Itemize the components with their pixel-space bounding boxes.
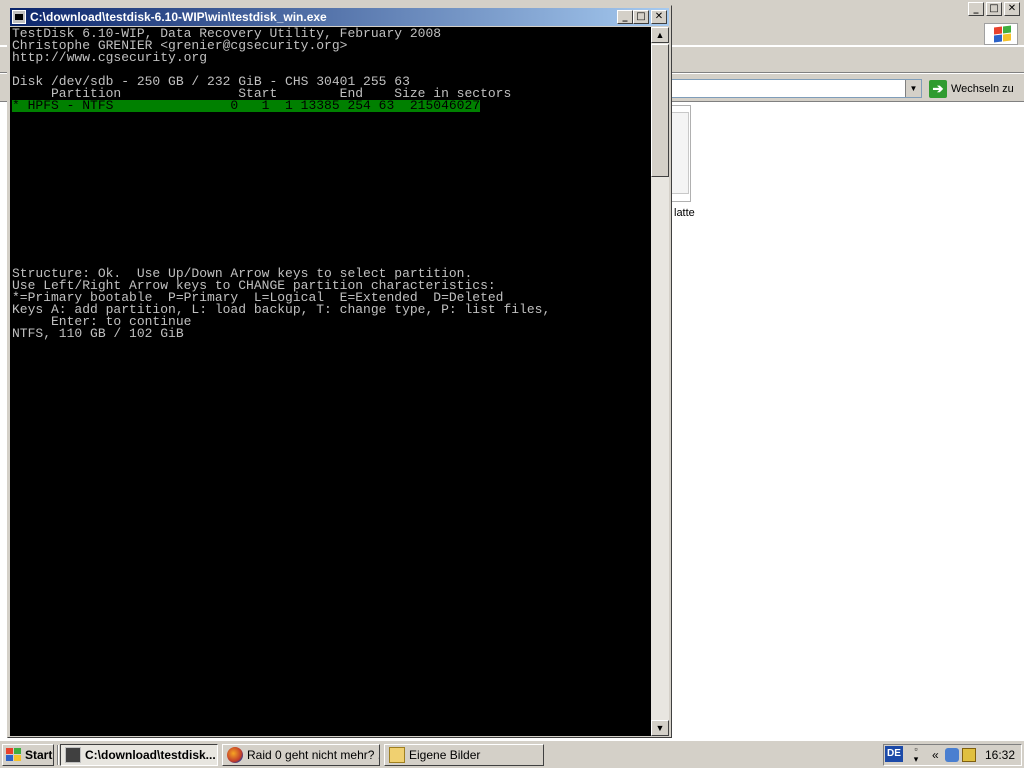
console-icon[interactable] [12,10,26,24]
thumbnail-label[interactable]: latte [674,207,695,219]
scroll-down-icon[interactable]: ▼ [651,720,669,736]
scroll-up-icon[interactable]: ▲ [651,27,669,43]
partition-row-selected[interactable]: * HPFS - NTFS 0 1 1 13385 254 63 2150460… [12,98,550,113]
bg-maximize-button[interactable]: □ [986,2,1002,16]
scrollbar-thumb[interactable] [651,44,669,177]
thumbnail-preview [671,112,689,194]
console-title: C:\download\testdisk-6.10-WIP\win\testdi… [30,10,327,24]
taskbar-item-browser[interactable]: Raid 0 geht nicht mehr? ... [222,744,380,766]
tray-expand-icon[interactable]: « [932,748,939,762]
taskbar-item-testdisk[interactable]: C:\download\testdisk... [60,744,218,766]
terminal-line-text: * HPFS - NTFS 0 1 1 13385 254 63 2150460… [12,98,481,113]
language-indicator[interactable]: DE [885,746,903,762]
clock[interactable]: 16:32 [985,748,1015,762]
terminal-line-text: http://www.cgsecurity.org [12,50,208,65]
go-button-label: Wechseln zu [951,82,1014,95]
system-tray: « 16:32 [883,744,1022,766]
taskbar-separator [57,745,59,765]
address-dropdown-button[interactable]: ▼ [905,80,921,97]
start-label: Start [25,748,53,762]
start-button[interactable]: Start [2,744,54,766]
task-label: C:\download\testdisk... [85,748,216,762]
tray-icons [944,748,976,762]
terminal-lines: TestDisk 6.10-WIP, Data Recovery Utility… [12,27,550,341]
console-titlebar[interactable]: C:\download\testdisk-6.10-WIP\win\testdi… [10,8,669,26]
terminal-line-text: NTFS, 110 GB / 102 GiB [12,326,184,341]
console-icon [65,747,81,763]
address-input[interactable]: ▼ [660,79,922,98]
task-label: Raid 0 geht nicht mehr? ... [247,748,380,762]
bg-minimize-button[interactable]: _ [968,2,984,16]
maximize-button[interactable]: □ [633,10,649,24]
go-button[interactable]: ➔ Wechseln zu [929,78,1018,99]
console-window-controls: _ □ ✕ [617,10,667,24]
vertical-scrollbar[interactable]: ▲ ▼ [651,27,669,736]
taskbar: Start C:\download\testdisk... Raid 0 geh… [0,740,1024,768]
firefox-icon [227,747,243,763]
windows-flag-icon [6,748,22,762]
network-icon[interactable] [944,748,959,762]
terminal-line: http://www.cgsecurity.org [12,50,550,65]
folder-icon [389,747,405,763]
bg-close-button[interactable]: ✕ [1004,2,1020,16]
terminal-output[interactable]: TestDisk 6.10-WIP, Data Recovery Utility… [10,27,651,736]
arrow-right-icon: ➔ [929,79,947,98]
terminal-line: NTFS, 110 GB / 102 GiB [12,326,550,341]
storage-icon[interactable] [961,748,976,762]
minimize-button[interactable]: _ [617,10,633,24]
task-label: Eigene Bilder [409,748,481,762]
background-window-controls: _ □ ✕ [968,2,1020,16]
testdisk-console-window: C:\download\testdisk-6.10-WIP\win\testdi… [7,5,672,738]
keyboard-layout-icon[interactable]: ▫ ▾ [909,744,923,766]
windows-logo-icon [984,23,1018,45]
close-button[interactable]: ✕ [651,10,667,24]
taskbar-item-folder[interactable]: Eigene Bilder [384,744,544,766]
